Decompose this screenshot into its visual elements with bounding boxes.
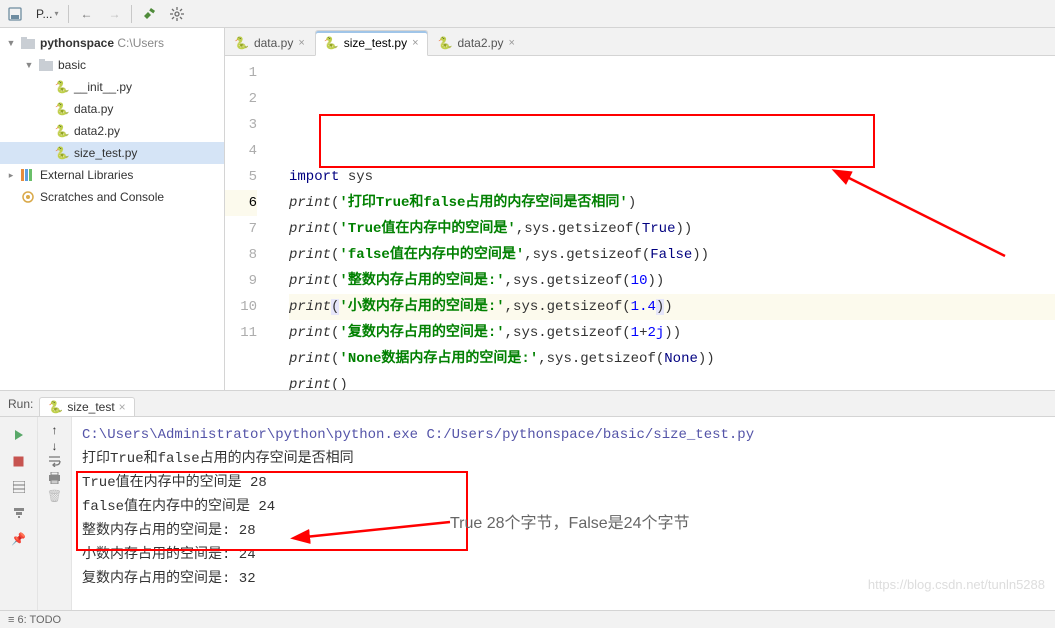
- python-file-icon: 🐍: [54, 123, 70, 139]
- wrap-icon[interactable]: [48, 455, 62, 470]
- main-area: ▼ pythonspace C:\Users ▼ basic 🐍__init__…: [0, 28, 1055, 390]
- tree-root[interactable]: ▼ pythonspace C:\Users: [0, 32, 224, 54]
- layout-icon[interactable]: [7, 475, 31, 499]
- hammer-icon[interactable]: [138, 3, 160, 25]
- tree-folder-basic[interactable]: ▼ basic: [0, 54, 224, 76]
- library-icon: [20, 167, 36, 183]
- code-line[interactable]: print('True值在内存中的空间是',sys.getsizeof(True…: [289, 216, 1055, 242]
- folder-icon: [38, 57, 54, 73]
- python-file-icon: 🐍: [324, 36, 339, 50]
- settings-icon[interactable]: [166, 3, 188, 25]
- save-icon[interactable]: [4, 3, 26, 25]
- stop-icon[interactable]: [7, 449, 31, 473]
- code-line[interactable]: print(): [289, 372, 1055, 390]
- gutter: 1234567891011: [225, 56, 265, 390]
- code-lines[interactable]: import sysprint('打印True和false占用的内存空间是否相同…: [265, 56, 1055, 390]
- python-file-icon: 🐍: [48, 400, 63, 414]
- tree-scratches[interactable]: Scratches and Console: [0, 186, 224, 208]
- python-file-icon: 🐍: [54, 145, 70, 161]
- close-icon[interactable]: ×: [509, 37, 515, 49]
- down-icon[interactable]: ↓: [52, 439, 58, 453]
- back-icon[interactable]: ←: [75, 3, 97, 25]
- pin-icon[interactable]: 📌: [7, 527, 31, 551]
- python-file-icon: 🐍: [54, 79, 70, 95]
- top-toolbar: P...▾ ← →: [0, 0, 1055, 28]
- code-line[interactable]: print('None数据内存占用的空间是:',sys.getsizeof(No…: [289, 346, 1055, 372]
- run-title: Run:: [8, 397, 33, 411]
- tab-data2-py[interactable]: 🐍data2.py×: [429, 29, 524, 55]
- code-line[interactable]: print('复数内存占用的空间是:',sys.getsizeof(1+2j)): [289, 320, 1055, 346]
- trash-icon[interactable]: 🗑: [47, 489, 62, 503]
- rerun-icon[interactable]: [7, 423, 31, 447]
- tree-external-libs[interactable]: ▸External Libraries: [0, 164, 224, 186]
- folder-icon: [20, 35, 36, 51]
- editor-tabs: 🐍data.py× 🐍size_test.py× 🐍data2.py×: [225, 28, 1055, 56]
- run-header: Run: 🐍 size_test ×: [0, 391, 1055, 417]
- scratches-icon: [20, 189, 36, 205]
- tree-file[interactable]: 🐍__init__.py: [0, 76, 224, 98]
- forward-icon[interactable]: →: [103, 3, 125, 25]
- up-icon[interactable]: ↑: [52, 423, 58, 437]
- code-line[interactable]: import sys: [289, 164, 1055, 190]
- python-file-icon: 🐍: [438, 36, 453, 50]
- tree-file[interactable]: 🐍data2.py: [0, 120, 224, 142]
- status-todo[interactable]: ≡ 6: TODO: [8, 614, 61, 626]
- project-selector[interactable]: P...▾: [32, 7, 62, 21]
- python-file-icon: 🐍: [234, 36, 249, 50]
- editor-area: 🐍data.py× 🐍size_test.py× 🐍data2.py× 1234…: [225, 28, 1055, 390]
- tree-file[interactable]: 🐍size_test.py: [0, 142, 224, 164]
- tab-data-py[interactable]: 🐍data.py×: [225, 29, 314, 55]
- run-toolbar-left2: ↑ ↓ 🗑: [38, 417, 72, 610]
- annotation-text: True 28个字节，False是24个字节: [450, 509, 689, 533]
- watermark: https://blog.csdn.net/tunln5288: [868, 577, 1045, 592]
- close-icon[interactable]: ×: [298, 37, 304, 49]
- run-toolbar-left: 📌: [0, 417, 38, 610]
- tree-file[interactable]: 🐍data.py: [0, 98, 224, 120]
- console-line: 打印True和false占用的内存空间是否相同: [82, 447, 1045, 471]
- project-tree[interactable]: ▼ pythonspace C:\Users ▼ basic 🐍__init__…: [0, 28, 224, 212]
- project-panel: ▼ pythonspace C:\Users ▼ basic 🐍__init__…: [0, 28, 225, 390]
- close-icon[interactable]: ×: [412, 37, 418, 49]
- python-file-icon: 🐍: [54, 101, 70, 117]
- print-icon[interactable]: [48, 472, 61, 487]
- close-icon[interactable]: ×: [119, 400, 126, 414]
- command-line: C:\Users\Administrator\python\python.exe…: [82, 423, 1045, 447]
- code-editor[interactable]: 1234567891011 import sysprint('打印True和fa…: [225, 56, 1055, 390]
- console-line: 小数内存占用的空间是: 24: [82, 543, 1045, 567]
- run-tool-window: Run: 🐍 size_test × 📌 ↑ ↓ 🗑 C:\Users\Admi…: [0, 390, 1055, 610]
- console-line: True值在内存中的空间是 28: [82, 471, 1045, 495]
- tab-size-test-py[interactable]: 🐍size_test.py×: [315, 30, 428, 56]
- run-tab[interactable]: 🐍 size_test ×: [39, 397, 134, 416]
- code-line[interactable]: print('打印True和false占用的内存空间是否相同'): [289, 190, 1055, 216]
- status-bar: ≡ 6: TODO: [0, 610, 1055, 628]
- code-line[interactable]: print('整数内存占用的空间是:',sys.getsizeof(10)): [289, 268, 1055, 294]
- annotation-box: [319, 114, 875, 168]
- code-line[interactable]: print('false值在内存中的空间是',sys.getsizeof(Fal…: [289, 242, 1055, 268]
- code-line[interactable]: print('小数内存占用的空间是:',sys.getsizeof(1.4)): [289, 294, 1055, 320]
- filter-icon[interactable]: [7, 501, 31, 525]
